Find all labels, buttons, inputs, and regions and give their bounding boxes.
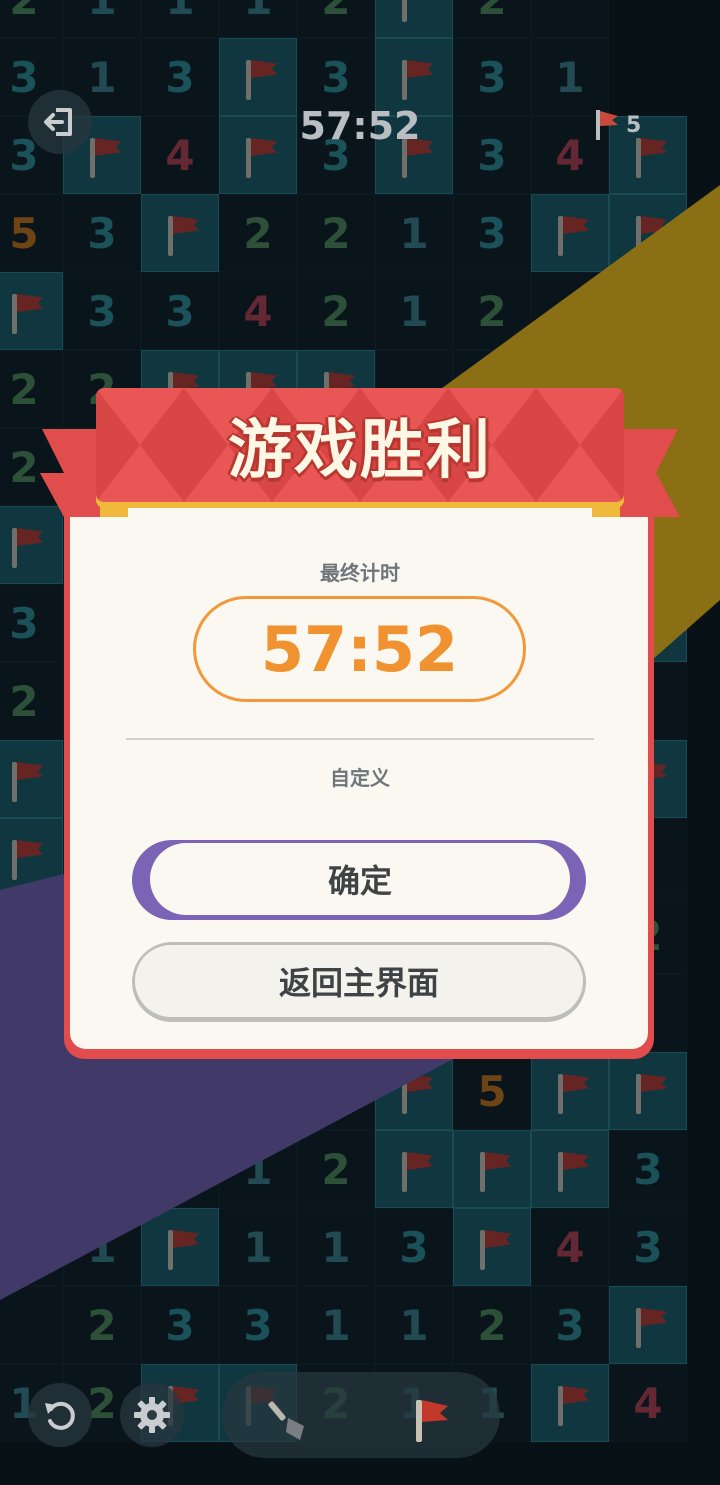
flag-icon [416,1400,448,1442]
return-home-button[interactable]: 返回主界面 [132,942,586,1022]
undo-icon [45,1401,75,1430]
return-home-button-label: 返回主界面 [135,945,583,1017]
flags-remaining: 5 [592,108,641,142]
victory-banner: 游戏胜利 [96,388,624,502]
dialog-divider [126,738,594,740]
final-time-label: 最终计时 [320,561,400,585]
final-time-value: 57:52 [260,612,459,686]
difficulty-mode-label: 自定义 [330,766,390,790]
dialog-title: 游戏胜利 [228,414,492,488]
confirm-button-label: 确定 [150,843,570,915]
gear-icon [134,1397,170,1433]
flag-icon [596,110,618,140]
flag-tool-button[interactable] [395,1390,465,1450]
shovel-icon [268,1401,304,1440]
settings-button[interactable] [120,1383,184,1447]
final-time-box: 57:52 [193,596,526,702]
flags-remaining-count: 5 [626,112,642,138]
confirm-button[interactable]: 确定 [132,840,586,920]
undo-button[interactable] [28,1383,92,1447]
dig-tool-button[interactable] [255,1390,325,1450]
